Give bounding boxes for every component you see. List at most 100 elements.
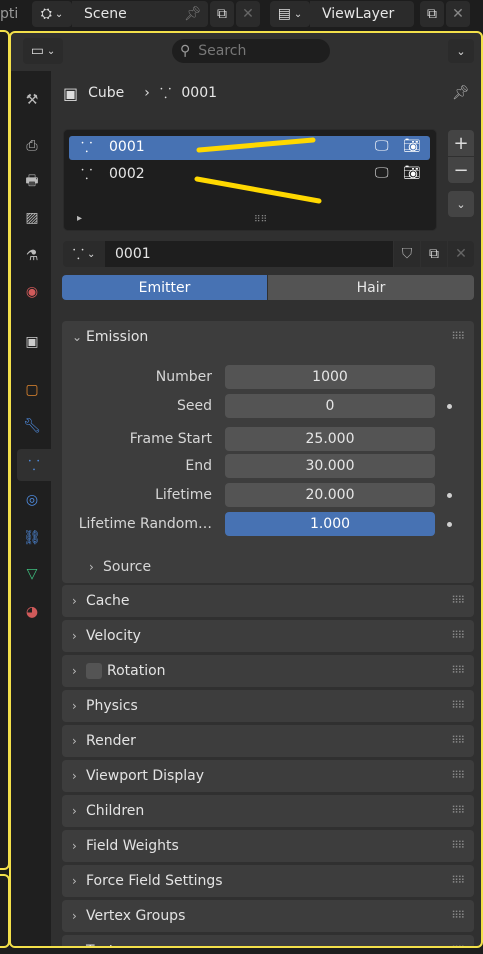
drag-handle-icon[interactable]: ⠿⠿ xyxy=(451,946,465,947)
close-icon: ✕ xyxy=(242,6,254,22)
scene-icon: ⚗ xyxy=(25,248,39,264)
panel-title: Textures xyxy=(86,943,145,946)
scene-tab[interactable]: ⚗ xyxy=(19,243,45,269)
panel-rotation[interactable]: › Rotation ⠿⠿ xyxy=(62,655,474,687)
new-settings-button[interactable]: ⧉ xyxy=(421,241,447,267)
panel-field-weights[interactable]: › Field Weights ⠿⠿ xyxy=(62,830,474,862)
unlink-settings-button[interactable]: ✕ xyxy=(448,241,474,267)
field-label: Seed xyxy=(177,398,212,414)
add-particle-system-button[interactable]: + xyxy=(448,130,474,156)
material-tab[interactable]: ◕ xyxy=(19,599,45,625)
panel-textures[interactable]: ›Textures ⠿⠿ xyxy=(62,935,474,947)
view-layer-selector-button[interactable]: ▤ ⌄ xyxy=(270,1,310,27)
particles-tab-active[interactable]: ⸪ xyxy=(17,449,51,481)
new-scene-button[interactable]: ⧉ xyxy=(210,1,234,27)
remove-particle-system-button[interactable]: − xyxy=(448,157,474,183)
panel-vertex-groups[interactable]: › Vertex Groups ⠿⠿ xyxy=(62,900,474,932)
view-layer-name-field[interactable]: ViewLayer xyxy=(310,1,414,27)
drag-handle-icon[interactable]: ⠿⠿ xyxy=(451,596,465,607)
world-tab[interactable]: ◉ xyxy=(19,279,45,305)
panel-title: Physics xyxy=(86,698,138,714)
panel-cache[interactable]: › Cache ⠿⠿ xyxy=(62,585,474,617)
data-tab[interactable]: ▽ xyxy=(19,561,45,587)
particles-icon: ⸪ xyxy=(28,457,40,474)
panel-viewport-display[interactable]: › Viewport Display ⠿⠿ xyxy=(62,760,474,792)
fake-user-button[interactable]: ⛉ xyxy=(394,241,420,267)
drag-handle-icon[interactable]: ⠿⠿ xyxy=(451,771,465,782)
keyframe-dot[interactable] xyxy=(447,522,452,527)
chevron-down-icon: ⌄ xyxy=(456,197,466,211)
panel-force-field-settings[interactable]: › Force Field Settings ⠿⠿ xyxy=(62,865,474,897)
panel-title: Vertex Groups xyxy=(86,908,186,924)
collection-tab[interactable]: ▣ xyxy=(19,329,45,355)
scene-name: Scene xyxy=(84,6,127,22)
new-view-layer-button[interactable]: ⧉ xyxy=(420,1,444,27)
panel-header[interactable]: ›Textures ⠿⠿ xyxy=(62,935,474,947)
minus-icon: − xyxy=(453,159,469,181)
panel-physics[interactable]: › Physics ⠿⠿ xyxy=(62,690,474,722)
emission-panel-header[interactable]: ⌄ Emission ⠿⠿ xyxy=(62,321,474,353)
panel-render[interactable]: › Render ⠿⠿ xyxy=(62,725,474,757)
tab-emitter[interactable]: Emitter xyxy=(62,275,267,300)
source-subpanel-header[interactable]: › Source xyxy=(89,557,151,577)
emission-panel: ⌄ Emission ⠿⠿ xyxy=(62,321,474,583)
chevron-down-icon: ⌄ xyxy=(293,8,303,20)
panel-header[interactable]: › Children ⠿⠿ xyxy=(62,795,474,827)
plus-icon: + xyxy=(453,132,469,154)
panel-title: Rotation xyxy=(107,663,166,679)
number-field[interactable]: 1000 xyxy=(225,365,435,389)
tab-hair[interactable]: Hair xyxy=(268,275,474,300)
panel-header[interactable]: › Field Weights ⠿⠿ xyxy=(62,830,474,862)
drag-handle-icon[interactable]: ⠿⠿ xyxy=(451,841,465,852)
modifiers-tab[interactable]: 🔧︎ xyxy=(19,413,45,439)
lifetime-random-field[interactable]: 1.000 xyxy=(225,512,435,536)
panel-header[interactable]: › Rotation ⠿⠿ xyxy=(62,655,474,687)
settings-name-field[interactable]: 0001 xyxy=(105,241,393,267)
render-layers-icon: ▤ xyxy=(277,6,291,22)
panel-children[interactable]: › Children ⠿⠿ xyxy=(62,795,474,827)
browse-settings-button[interactable]: ⸪ ⌄ xyxy=(63,241,105,267)
frame-start-field[interactable]: 25.000 xyxy=(225,427,435,451)
close-icon: ✕ xyxy=(455,246,467,262)
drag-handle-icon[interactable]: ⠿⠿ xyxy=(451,806,465,817)
chevron-right-icon: › xyxy=(72,769,77,783)
delete-scene-button[interactable]: ✕ xyxy=(236,1,260,27)
pin-icon[interactable]: 📌︎ xyxy=(182,3,204,25)
drag-handle-icon[interactable]: ⠿⠿ xyxy=(451,911,465,922)
mesh-data-icon: ▽ xyxy=(26,566,38,582)
keyframe-dot[interactable] xyxy=(447,493,452,498)
panel-header[interactable]: › Physics ⠿⠿ xyxy=(62,690,474,722)
panel-header[interactable]: › Velocity ⠿⠿ xyxy=(62,620,474,652)
drag-handle-icon[interactable]: ⠿⠿ xyxy=(451,332,465,343)
delete-view-layer-button[interactable]: ✕ xyxy=(446,1,470,27)
constraints-tab[interactable]: ⛓ xyxy=(19,525,45,551)
field-label: End xyxy=(185,458,212,474)
field-value: 30.000 xyxy=(305,458,355,474)
drag-handle-icon[interactable]: ⠿⠿ xyxy=(451,876,465,887)
drag-handle-icon[interactable]: ⠿⠿ xyxy=(451,736,465,747)
panel-header[interactable]: › Render ⠿⠿ xyxy=(62,725,474,757)
panel-velocity[interactable]: › Velocity ⠿⠿ xyxy=(62,620,474,652)
rotation-checkbox[interactable] xyxy=(86,663,102,679)
drag-handle-icon[interactable]: ⠿⠿ xyxy=(451,666,465,677)
panel-header[interactable]: › Force Field Settings ⠿⠿ xyxy=(62,865,474,897)
constraints-icon: ⛓ xyxy=(23,530,41,546)
seed-field[interactable]: 0 xyxy=(225,394,435,418)
close-icon: ✕ xyxy=(452,6,464,22)
frame-end-field[interactable]: 30.000 xyxy=(225,454,435,478)
scene-selector-button[interactable]: ⛭ ⌄ xyxy=(32,1,72,27)
chevron-right-icon: › xyxy=(72,804,77,818)
shield-icon: ⛉ xyxy=(401,246,413,262)
panel-header[interactable]: › Cache ⠿⠿ xyxy=(62,585,474,617)
list-specials-button[interactable]: ⌄ xyxy=(448,191,474,217)
physics-tab[interactable]: ◎ xyxy=(19,487,45,513)
drag-handle-icon[interactable]: ⠿⠿ xyxy=(451,701,465,712)
lifetime-field[interactable]: 20.000 xyxy=(225,483,435,507)
resize-grip-icon[interactable]: ⠿⠿ xyxy=(254,215,267,225)
expand-filter-icon[interactable]: ▸ xyxy=(77,213,82,224)
object-tab[interactable]: ▢ xyxy=(19,377,45,403)
keyframe-dot[interactable] xyxy=(447,404,452,409)
panel-header[interactable]: › Vertex Groups ⠿⠿ xyxy=(62,900,474,932)
panel-header[interactable]: › Viewport Display ⠿⠿ xyxy=(62,760,474,792)
drag-handle-icon[interactable]: ⠿⠿ xyxy=(451,631,465,642)
